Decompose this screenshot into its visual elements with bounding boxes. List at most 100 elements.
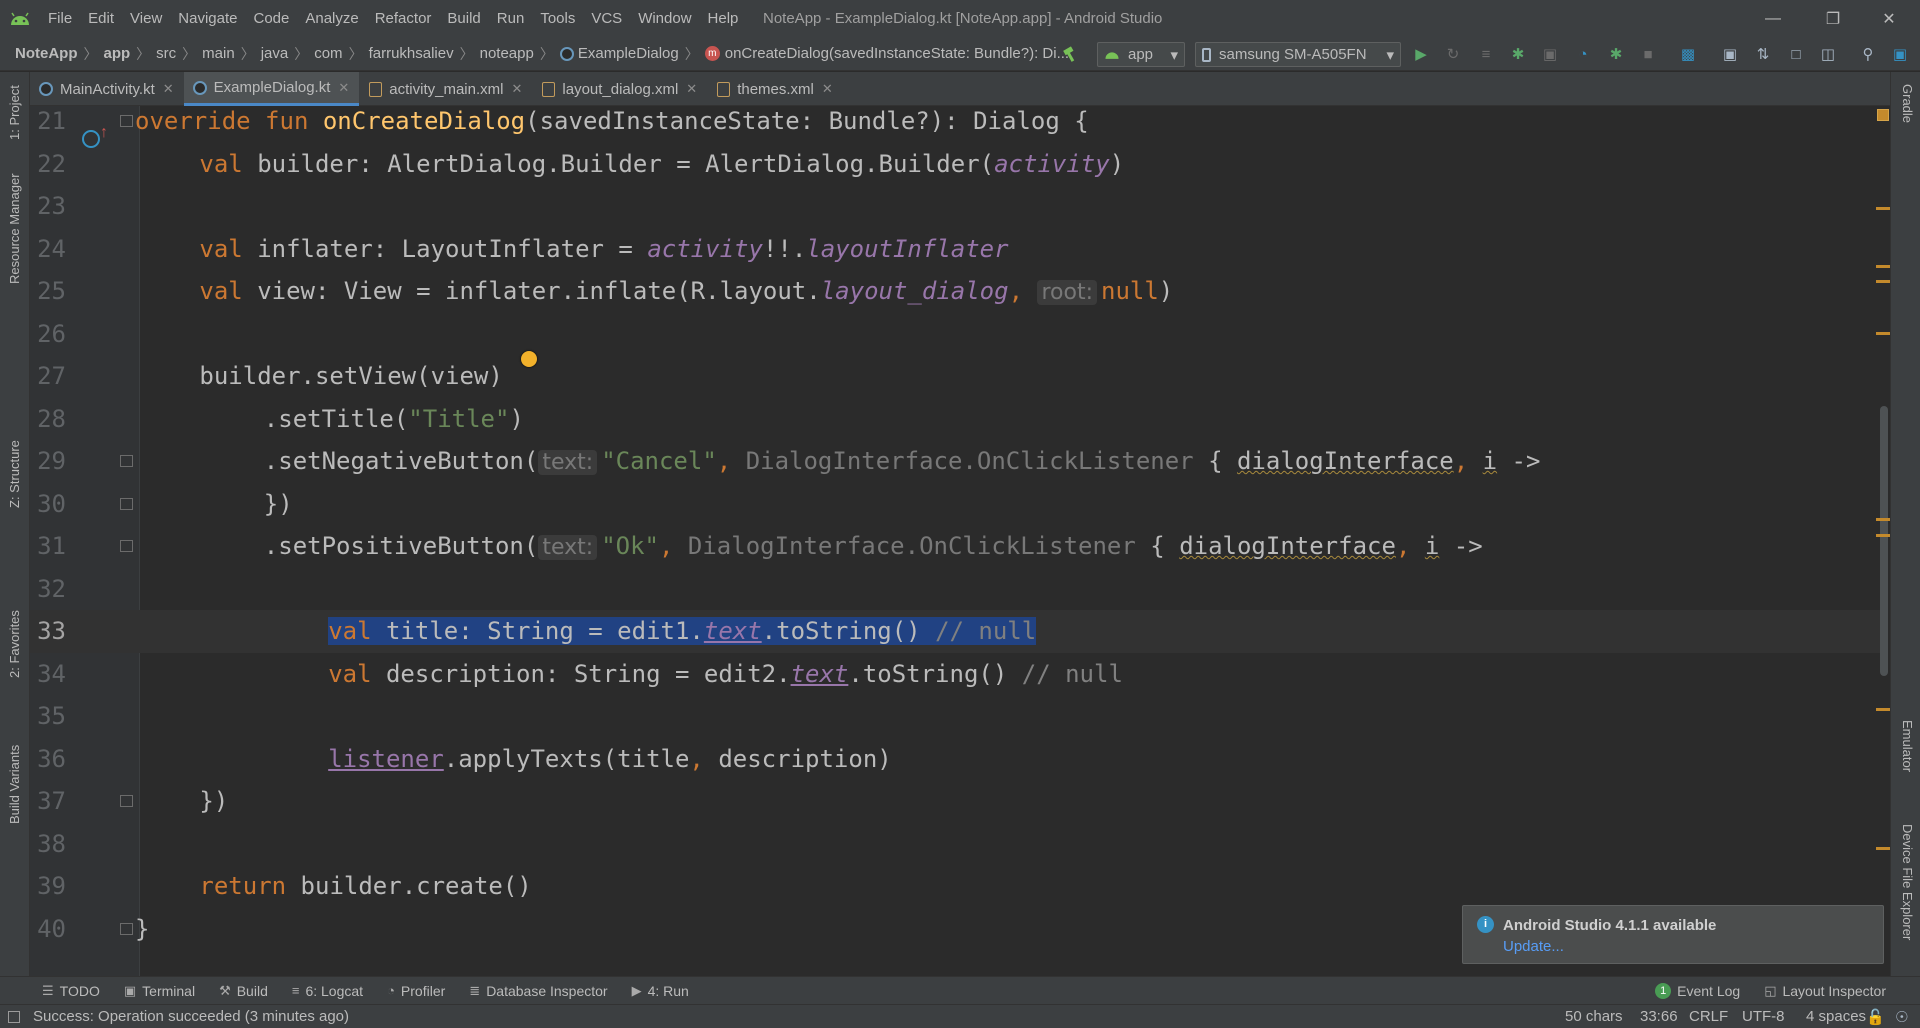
- tool-window-terminal[interactable]: ▣ Terminal: [124, 983, 195, 999]
- lightbulb-icon[interactable]: [521, 351, 537, 367]
- tool-window-build[interactable]: ⚒ Build: [219, 983, 268, 999]
- hammer-build-icon[interactable]: [1060, 44, 1080, 64]
- indent-setting[interactable]: 4 spaces: [1806, 1008, 1866, 1025]
- close-tab-icon[interactable]: ✕: [686, 81, 697, 97]
- editor-scrollbar[interactable]: [1880, 106, 1888, 976]
- stop-icon[interactable]: ■: [1638, 44, 1658, 64]
- menu-vcs[interactable]: VCS: [583, 0, 630, 37]
- menu-build[interactable]: Build: [439, 0, 488, 37]
- menu-edit[interactable]: Edit: [80, 0, 122, 37]
- tool-window-profiler[interactable]: ◔ Profiler: [387, 983, 445, 999]
- tool-window-6-logcat[interactable]: ≡ 6: Logcat: [292, 983, 363, 999]
- code-line[interactable]: 26: [30, 313, 1885, 356]
- line-separator[interactable]: CRLF: [1689, 1008, 1728, 1025]
- tool-gradle[interactable]: Gradle: [1900, 84, 1915, 123]
- fold-marker-icon[interactable]: [120, 497, 133, 510]
- run-config-select[interactable]: app ▾: [1097, 42, 1185, 67]
- menu-code[interactable]: Code: [245, 0, 297, 37]
- warning-stripe[interactable]: [1876, 332, 1890, 335]
- code-line[interactable]: 24 val inflater: LayoutInflater = activit…: [30, 228, 1885, 271]
- warning-stripe[interactable]: [1876, 518, 1890, 521]
- code-line[interactable]: 38: [30, 823, 1885, 866]
- close-tab-icon[interactable]: ✕: [822, 81, 833, 97]
- tab-mainactivity-kt[interactable]: MainActivity.kt ✕: [30, 72, 184, 106]
- breadcrumb-item[interactable]: java: [261, 45, 289, 62]
- code-line[interactable]: 31 .setPositiveButton(text: "Ok", DialogIn…: [30, 525, 1885, 568]
- code-line[interactable]: 32: [30, 568, 1885, 611]
- menu-refactor[interactable]: Refactor: [367, 0, 440, 37]
- tab-layout_dialog-xml[interactable]: layout_dialog.xml ✕: [532, 72, 707, 106]
- sync-gradle-icon[interactable]: ⇅: [1753, 44, 1773, 64]
- debug-icon[interactable]: ✱: [1508, 44, 1528, 64]
- menu-run[interactable]: Run: [489, 0, 533, 37]
- tool-device-file-explorer[interactable]: Device File Explorer: [1900, 824, 1915, 940]
- code-editor[interactable]: ↑ 21 override fun onCreateDialog(savedIns…: [30, 106, 1890, 976]
- menu-window[interactable]: Window: [630, 0, 699, 37]
- tool-window-layout-inspector[interactable]: ◱ Layout Inspector: [1764, 983, 1886, 999]
- project-structure-icon[interactable]: ▩: [1678, 44, 1698, 64]
- toggle-tool-windows-icon[interactable]: [8, 1011, 20, 1023]
- tool-1-project[interactable]: 1: Project: [7, 85, 22, 140]
- breadcrumb-item[interactable]: farrukhsaliev: [369, 45, 454, 62]
- tool-resource-manager[interactable]: Resource Manager: [7, 173, 22, 284]
- code-line[interactable]: 22 val builder: AlertDialog.Builder = Ale…: [30, 143, 1885, 186]
- tool-z-structure[interactable]: Z: Structure: [7, 440, 22, 508]
- tool-window-4-run[interactable]: ▶ 4: Run: [632, 983, 689, 999]
- breadcrumb-item[interactable]: main: [202, 45, 235, 62]
- avd-manager-icon[interactable]: ▣: [1720, 44, 1740, 64]
- code-line[interactable]: 27 builder.setView(view): [30, 355, 1885, 398]
- code-line[interactable]: 34 val description: String = edit2.text.t…: [30, 653, 1885, 696]
- code-line[interactable]: 30}): [30, 483, 1885, 526]
- warning-stripe[interactable]: [1876, 280, 1890, 283]
- scroll-thumb[interactable]: [1880, 406, 1888, 676]
- debug-attach-icon[interactable]: ✱: [1606, 44, 1626, 64]
- warning-stripe[interactable]: [1876, 265, 1890, 268]
- menu-analyze[interactable]: Analyze: [297, 0, 366, 37]
- fold-marker-icon[interactable]: [120, 922, 133, 935]
- breadcrumb-item[interactable]: app: [104, 45, 131, 62]
- profile-icon[interactable]: ◔: [1573, 44, 1593, 64]
- lock-icon[interactable]: 🔓: [1866, 1008, 1885, 1026]
- code-line[interactable]: 35: [30, 695, 1885, 738]
- update-link[interactable]: Update...: [1503, 938, 1564, 955]
- tab-themes-xml[interactable]: themes.xml ✕: [707, 72, 843, 106]
- tool-window-todo[interactable]: ☰ TODO: [42, 983, 100, 999]
- fold-marker-icon[interactable]: [120, 795, 133, 807]
- code-line[interactable]: 36 listener.applyTexts(title, description…: [30, 738, 1885, 781]
- tool-window-event-log[interactable]: 1 Event Log: [1655, 982, 1740, 999]
- menu-view[interactable]: View: [122, 0, 170, 37]
- inspection-warning-icon[interactable]: [1877, 109, 1889, 121]
- fold-marker-icon[interactable]: [120, 115, 133, 127]
- close-tab-icon[interactable]: ✕: [511, 81, 522, 97]
- warning-stripe[interactable]: [1876, 534, 1890, 537]
- warning-stripe[interactable]: [1876, 847, 1890, 850]
- menu-file[interactable]: File: [40, 0, 80, 37]
- fold-marker-icon[interactable]: [120, 455, 133, 467]
- tab-activity_main-xml[interactable]: activity_main.xml ✕: [359, 72, 532, 106]
- update-notification[interactable]: i Android Studio 4.1.1 available Update.…: [1462, 905, 1884, 964]
- tool-emulator[interactable]: Emulator: [1900, 720, 1915, 772]
- fold-marker-icon[interactable]: [120, 540, 133, 552]
- close-tab-icon[interactable]: ✕: [163, 81, 174, 97]
- search-icon[interactable]: ⚲: [1858, 44, 1878, 64]
- menu-navigate[interactable]: Navigate: [170, 0, 245, 37]
- run-icon[interactable]: ▶: [1411, 44, 1431, 64]
- tab-exampledialog-kt[interactable]: ExampleDialog.kt ✕: [183, 72, 360, 106]
- file-encoding[interactable]: UTF-8: [1742, 1008, 1785, 1025]
- device-manager-icon[interactable]: □: [1786, 44, 1806, 64]
- sdk-manager-icon[interactable]: ◫: [1818, 44, 1838, 64]
- breadcrumb-item[interactable]: src: [156, 45, 176, 62]
- tool-build-variants[interactable]: Build Variants: [7, 745, 22, 824]
- code-line[interactable]: 29 .setNegativeButton(text: "Cancel", Dial…: [30, 440, 1885, 483]
- code-line[interactable]: 39 return builder.create(): [30, 865, 1885, 908]
- minimize-icon[interactable]: —: [1750, 0, 1796, 37]
- breadcrumb-item[interactable]: noteapp: [480, 45, 534, 62]
- menu-tools[interactable]: Tools: [532, 0, 583, 37]
- code-line[interactable]: 21 override fun onCreateDialog(savedInsta…: [30, 106, 1885, 143]
- warning-stripe[interactable]: [1876, 207, 1890, 210]
- close-tab-icon[interactable]: ✕: [338, 80, 349, 96]
- breadcrumb-item[interactable]: m onCreateDialog(savedInstanceState: Bund…: [704, 45, 1069, 62]
- restore-icon[interactable]: ❐: [1810, 0, 1856, 37]
- inspector-icon[interactable]: ☉: [1895, 1008, 1908, 1026]
- apply-code-changes-icon[interactable]: ≡: [1476, 44, 1496, 64]
